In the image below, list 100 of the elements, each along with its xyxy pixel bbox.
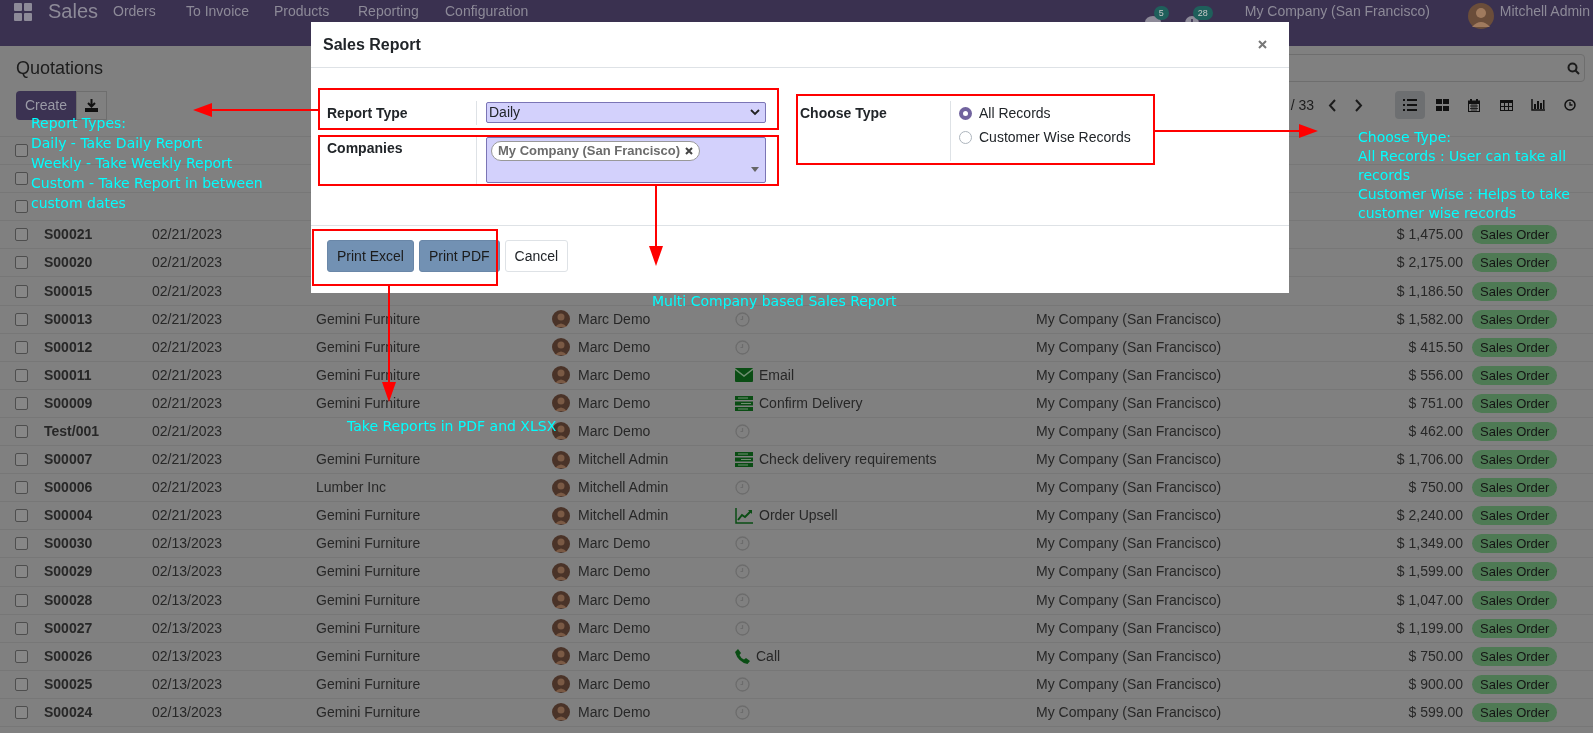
remove-icon[interactable] (685, 147, 694, 155)
user-name[interactable]: Mitchell Admin (1499, 3, 1590, 19)
company-switcher[interactable]: My Company (San Francisco) (1244, 3, 1468, 19)
row-checkbox[interactable] (15, 677, 28, 691)
company-name: My Company (San Francisco) (1036, 506, 1222, 526)
notification-badge: 5 (1153, 6, 1169, 20)
status-badge: Sales Order (1472, 393, 1558, 413)
report-type-select[interactable]: Daily (486, 102, 766, 123)
order-amount: $ 1,349.00 (1396, 534, 1463, 554)
list-icon[interactable] (735, 452, 753, 468)
status-badge: Sales Order (1472, 590, 1558, 610)
trend-chart-icon[interactable] (735, 507, 753, 524)
row-checkbox[interactable] (15, 565, 28, 579)
order-number: S00028 (44, 590, 93, 610)
dropdown-caret-icon (751, 167, 759, 172)
order-amount: $ 1,199.00 (1396, 618, 1463, 638)
row-checkbox[interactable] (15, 396, 28, 410)
radio-option[interactable]: All Records (959, 104, 1131, 123)
list-icon[interactable] (735, 395, 753, 411)
order-date: 02/21/2023 (152, 281, 223, 301)
print-button[interactable]: Print PDF (418, 240, 500, 272)
annotation-text: Weekly - Take Weekly Report (31, 154, 233, 173)
order-number: S00012 (44, 337, 93, 357)
status-badge: Sales Order (1472, 534, 1558, 554)
order-number: S00020 (44, 253, 93, 273)
salesperson-name: Marc Demo (578, 422, 651, 441)
row-checkbox[interactable] (15, 509, 28, 523)
order-number: S00030 (44, 534, 93, 554)
order-number: S00025 (44, 674, 93, 694)
menu-item[interactable]: Configuration (445, 3, 529, 19)
avatar (552, 619, 570, 638)
print-button[interactable]: Print Excel (327, 240, 414, 272)
annotation-text: Multi Company based Sales Report (652, 292, 897, 310)
envelope-icon[interactable] (735, 368, 753, 383)
menu-item[interactable]: Products (274, 3, 330, 19)
company-name: My Company (San Francisco) (1036, 393, 1222, 413)
salesperson-name: Mitchell Admin (578, 506, 669, 526)
salesperson-name: Marc Demo (578, 337, 651, 357)
phone-icon[interactable] (735, 648, 750, 664)
row-checkbox[interactable] (15, 368, 28, 382)
salesperson-name: Marc Demo (578, 393, 651, 413)
row-checkbox[interactable] (15, 228, 28, 242)
app-name[interactable]: Sales (48, 3, 113, 19)
row-checkbox[interactable] (15, 705, 28, 719)
salesperson-name: Marc Demo (578, 562, 651, 582)
notification-badge: 28 (1192, 6, 1213, 20)
cancel-button[interactable]: Cancel (504, 240, 569, 272)
page-title: Quotations (16, 56, 104, 80)
avatar (552, 562, 570, 581)
row-checkbox[interactable] (15, 593, 28, 607)
status-badge: Sales Order (1472, 646, 1558, 666)
user-avatar[interactable] (1467, 3, 1494, 29)
next-icon[interactable] (1354, 98, 1363, 112)
row-checkbox[interactable] (15, 144, 28, 158)
row-checkbox[interactable] (15, 340, 28, 354)
row-checkbox[interactable] (15, 537, 28, 551)
status-badge: Sales Order (1472, 281, 1558, 301)
row-checkbox[interactable] (15, 481, 28, 495)
order-amount: $ 1,599.00 (1396, 562, 1463, 582)
chevron-down-icon (750, 109, 760, 116)
row-checkbox[interactable] (15, 172, 28, 186)
avatar (552, 534, 570, 553)
salesperson-name: Marc Demo (578, 309, 651, 329)
previous-icon[interactable] (1328, 98, 1337, 112)
search-icon[interactable] (1567, 61, 1580, 75)
row-checkbox[interactable] (15, 425, 28, 438)
companies-field[interactable]: My Company (San Francisco) (486, 137, 766, 183)
order-date: 02/21/2023 (152, 225, 223, 245)
row-checkbox[interactable] (15, 256, 28, 270)
row-checkbox[interactable] (15, 649, 28, 663)
row-checkbox[interactable] (15, 621, 28, 635)
salesperson-name: Marc Demo (578, 590, 651, 610)
row-checkbox[interactable] (15, 284, 28, 298)
order-date: 02/21/2023 (152, 393, 223, 413)
status-badge: Sales Order (1472, 253, 1558, 273)
menu-item[interactable]: Reporting (358, 3, 419, 19)
company-name: My Company (San Francisco) (1036, 562, 1222, 582)
status-badge: Sales Order (1472, 702, 1558, 722)
company-tag: My Company (San Francisco) (491, 141, 701, 161)
list-view-icon[interactable] (1395, 91, 1425, 119)
apps-menu-icon[interactable] (14, 3, 32, 21)
order-amount: $ 599.00 (1408, 702, 1463, 722)
close-icon[interactable] (1258, 40, 1267, 49)
order-amount: $ 2,240.00 (1396, 506, 1463, 526)
company-name: My Company (San Francisco) (1036, 702, 1222, 722)
customer-name: Gemini Furniture (316, 506, 421, 526)
company-name: My Company (San Francisco) (1036, 309, 1222, 329)
row-checkbox[interactable] (15, 200, 28, 214)
menu-item[interactable]: To Invoice (186, 3, 250, 19)
row-checkbox[interactable] (15, 453, 28, 467)
order-amount: $ 1,706.00 (1396, 450, 1463, 470)
customer-name: Gemini Furniture (316, 393, 421, 413)
company-name: My Company (San Francisco) (1036, 478, 1222, 498)
radio-option[interactable]: Customer Wise Records (959, 128, 1131, 147)
download-button[interactable] (76, 90, 108, 120)
annotation-text: Daily - Take Daily Report (31, 134, 203, 153)
salesperson-name: Marc Demo (578, 702, 651, 722)
row-checkbox[interactable] (15, 312, 28, 326)
avatar (552, 478, 570, 497)
menu-item[interactable]: Orders (113, 3, 156, 19)
